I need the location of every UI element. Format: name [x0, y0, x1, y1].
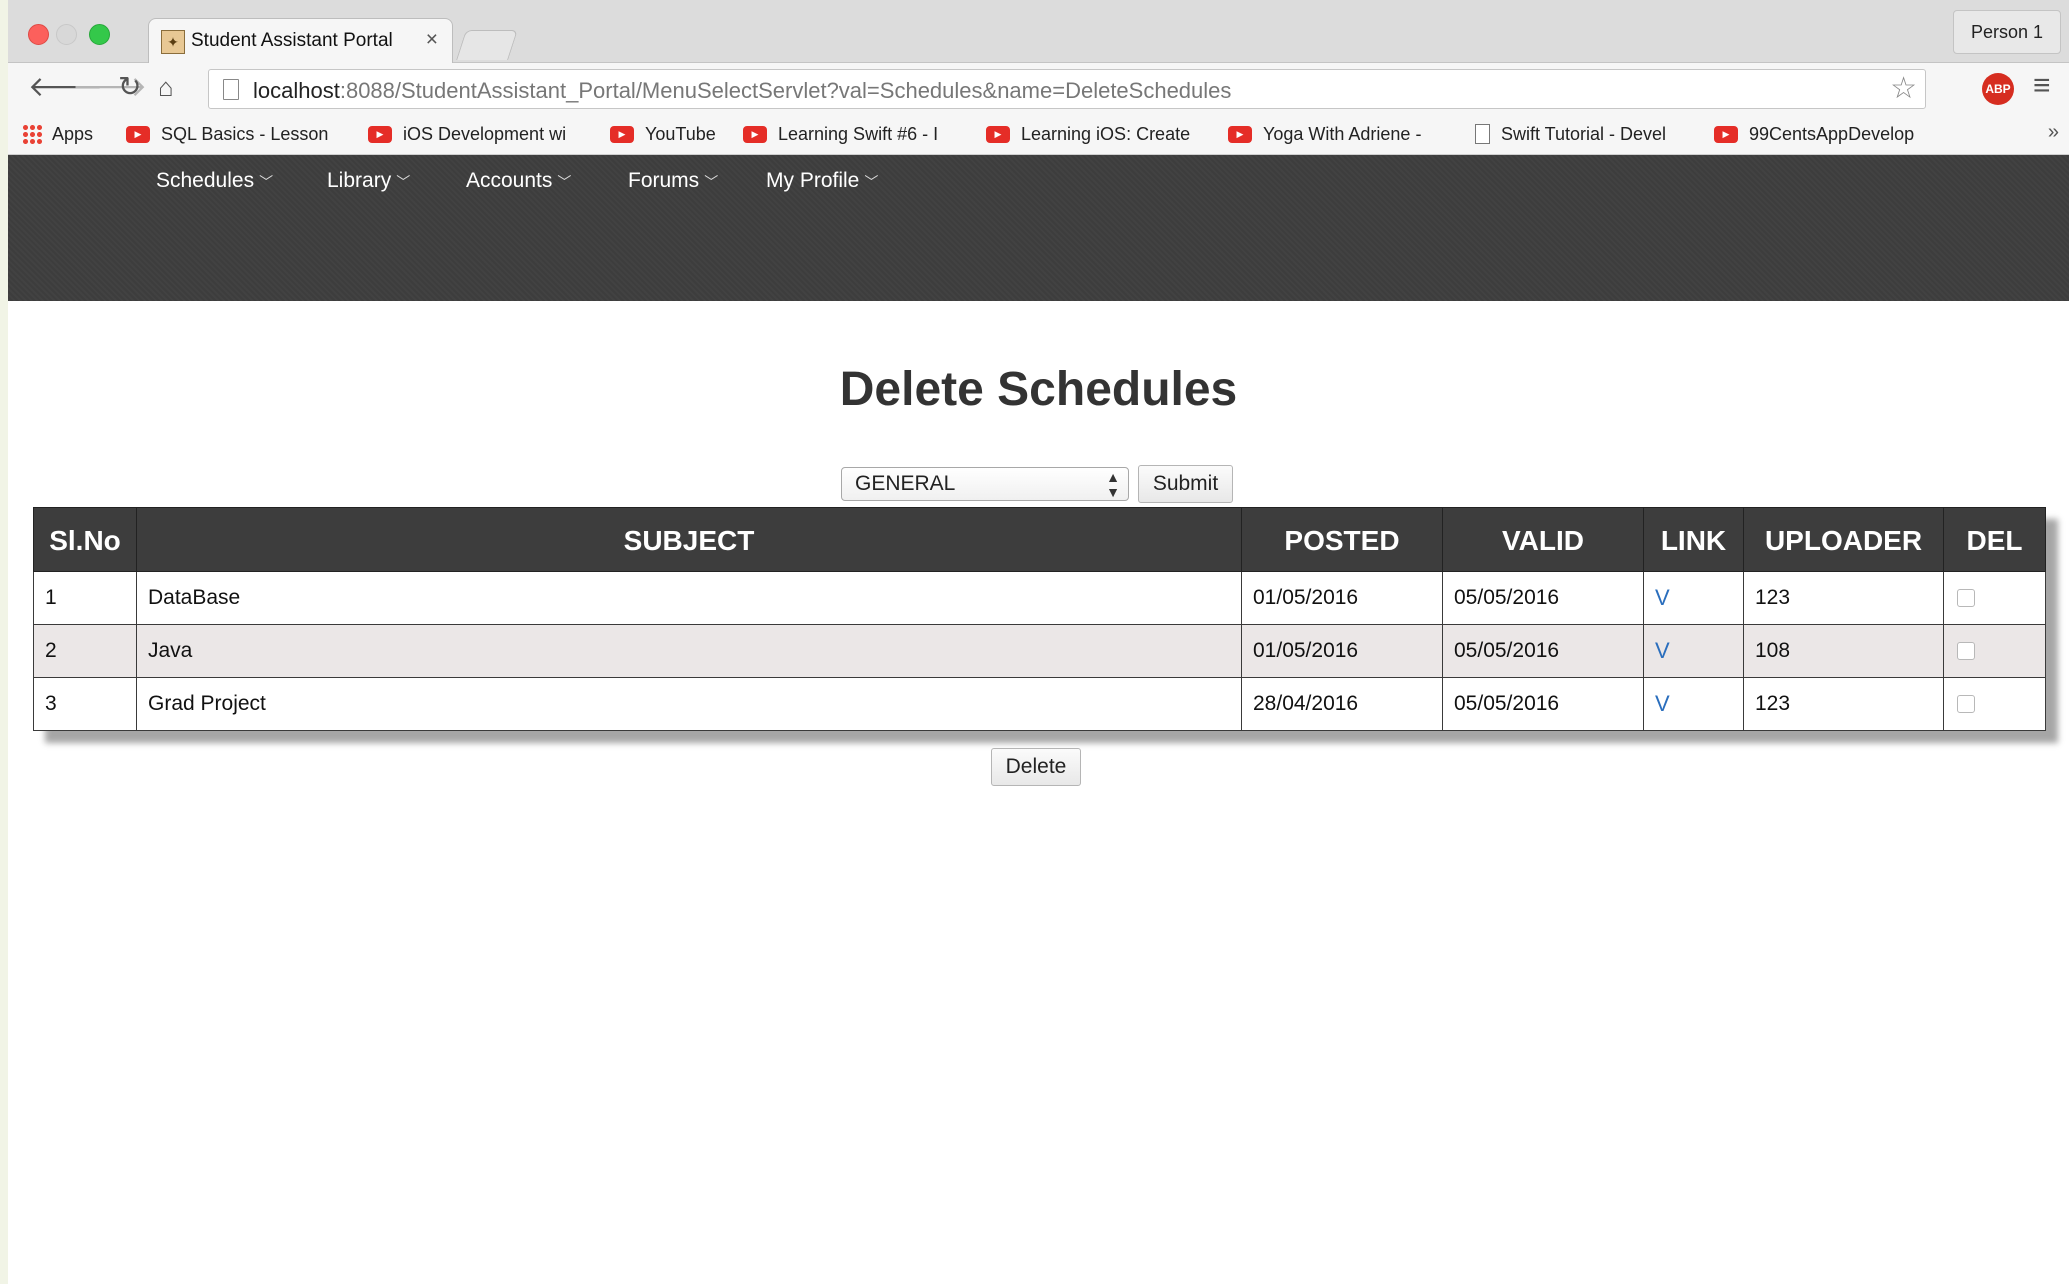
bookmark-sql-basics[interactable]: ▶ SQL Basics - Lesson [126, 121, 346, 147]
cell-slno: 3 [33, 677, 137, 731]
youtube-icon: ▶ [368, 125, 392, 143]
table-row: 3 Grad Project 28/04/2016 05/05/2016 V 1… [33, 677, 2046, 731]
reload-icon[interactable]: ↻ [118, 73, 141, 101]
cell-subject: DataBase [136, 571, 1242, 625]
delete-checkbox[interactable] [1957, 589, 1975, 608]
cell-uploader: 123 [1743, 571, 1944, 625]
delete-checkbox[interactable] [1957, 642, 1975, 661]
submit-button[interactable]: Submit [1138, 465, 1233, 503]
adblock-plus-icon[interactable]: ABP [1982, 73, 2014, 105]
bookmarks-bar: Apps ▶ SQL Basics - Lesson ▶ iOS Develop… [8, 113, 2069, 155]
window-minimize-icon[interactable] [56, 24, 77, 45]
browser-toolbar: 🡐 🡒 ↻ ⌂ localhost:8088/StudentAssistant_… [8, 63, 2069, 113]
bookmark-star-icon[interactable]: ☆ [1890, 74, 1917, 104]
youtube-icon: ▶ [986, 125, 1010, 143]
table-header-row: Sl.No SUBJECT POSTED VALID LINK UPLOADER… [33, 507, 2046, 572]
tomcat-favicon-icon: ✦ [161, 30, 185, 54]
schedules-table: Sl.No SUBJECT POSTED VALID LINK UPLOADER… [33, 507, 2046, 731]
profile-button[interactable]: Person 1 [1953, 10, 2061, 54]
window-maximize-icon[interactable] [89, 24, 110, 45]
page-icon [223, 79, 239, 100]
column-header-del: DEL [1943, 507, 2046, 572]
nav-schedules[interactable]: Schedules ﹀ [156, 169, 273, 193]
table-row: 2 Java 01/05/2016 05/05/2016 V 108 [33, 624, 2046, 678]
site-navigation: Schedules ﹀ Library ﹀ Accounts ﹀ Forums ﹀ My… [8, 155, 2069, 301]
bookmark-swift-tutorial[interactable]: Swift Tutorial - Devel [1475, 121, 1686, 147]
view-link[interactable]: V [1643, 624, 1744, 678]
nav-forums[interactable]: Forums ﹀ [628, 169, 718, 193]
bookmark-learning-ios[interactable]: ▶ Learning iOS: Create [986, 121, 1211, 147]
cell-uploader: 123 [1743, 677, 1944, 731]
schedule-category-select[interactable]: GENERAL ▲ ▼ [841, 467, 1129, 501]
page-title: Delete Schedules [839, 363, 1238, 416]
cell-uploader: 108 [1743, 624, 1944, 678]
chevron-down-icon: ﹀ [396, 174, 411, 190]
nav-accounts[interactable]: Accounts ﹀ [466, 169, 571, 193]
column-header-valid: VALID [1442, 507, 1644, 572]
youtube-icon: ▶ [743, 125, 767, 143]
chevron-down-icon: ﹀ [557, 174, 572, 190]
window-close-icon[interactable] [28, 24, 49, 45]
nav-my-profile[interactable]: My Profile ﹀ [766, 169, 878, 193]
bookmark-99cents[interactable]: ▶ 99CentsAppDevelop [1714, 121, 1934, 147]
home-icon[interactable]: ⌂ [158, 73, 174, 101]
cell-posted: 28/04/2016 [1241, 677, 1443, 731]
new-tab-button[interactable] [456, 30, 518, 60]
select-arrows-icon: ▲ ▼ [1106, 469, 1120, 500]
bookmark-youtube[interactable]: ▶ YouTube [610, 121, 716, 147]
cell-slno: 2 [33, 624, 137, 678]
cell-slno: 1 [33, 571, 137, 625]
nav-library[interactable]: Library ﹀ [327, 169, 410, 193]
delete-button[interactable]: Delete [991, 748, 1081, 786]
youtube-icon: ▶ [1228, 125, 1252, 143]
column-header-uploader: UPLOADER [1743, 507, 1944, 572]
cell-posted: 01/05/2016 [1241, 571, 1443, 625]
cell-valid: 05/05/2016 [1442, 624, 1644, 678]
column-header-link: LINK [1643, 507, 1744, 572]
view-link[interactable]: V [1643, 677, 1744, 731]
browser-tab-active[interactable]: ✦ Student Assistant Portal × [148, 18, 453, 64]
column-header-posted: POSTED [1241, 507, 1443, 572]
browser-window: ✦ Student Assistant Portal × Person 1 🡐 … [8, 0, 2069, 1284]
more-bookmarks-icon[interactable]: » [2048, 121, 2059, 144]
chevron-down-icon: ﹀ [259, 174, 274, 190]
cell-subject: Grad Project [136, 677, 1242, 731]
column-header-slno: Sl.No [33, 507, 137, 572]
youtube-icon: ▶ [1714, 125, 1738, 143]
view-link[interactable]: V [1643, 571, 1744, 625]
youtube-icon: ▶ [610, 125, 634, 143]
url-text[interactable]: localhost:8088/StudentAssistant_Portal/M… [253, 78, 1231, 104]
column-header-subject: SUBJECT [136, 507, 1242, 572]
table-row: 1 DataBase 01/05/2016 05/05/2016 V 123 [33, 571, 2046, 625]
cell-del [1943, 677, 2046, 731]
cell-valid: 05/05/2016 [1442, 571, 1644, 625]
address-bar[interactable]: localhost:8088/StudentAssistant_Portal/M… [208, 69, 1926, 109]
cell-subject: Java [136, 624, 1242, 678]
cell-posted: 01/05/2016 [1241, 624, 1443, 678]
cell-del [1943, 571, 2046, 625]
bookmark-ios-development[interactable]: ▶ iOS Development wi [368, 121, 583, 147]
apps-grid-icon [22, 124, 42, 144]
bookmark-learning-swift[interactable]: ▶ Learning Swift #6 - I [743, 121, 968, 147]
browser-menu-icon[interactable]: ≡ [2033, 69, 2051, 103]
bookmark-apps[interactable]: Apps [22, 121, 93, 147]
delete-checkbox[interactable] [1957, 695, 1975, 714]
cell-valid: 05/05/2016 [1442, 677, 1644, 731]
tab-close-icon[interactable]: × [426, 28, 438, 52]
youtube-icon: ▶ [126, 125, 150, 143]
document-icon [1475, 124, 1490, 144]
chevron-down-icon: ﹀ [864, 174, 879, 190]
bookmark-yoga-with-adriene[interactable]: ▶ Yoga With Adriene - [1228, 121, 1453, 147]
cell-del [1943, 624, 2046, 678]
tab-strip: ✦ Student Assistant Portal × Person 1 [8, 0, 2069, 64]
chevron-down-icon: ﹀ [704, 174, 719, 190]
tab-title: Student Assistant Portal [191, 30, 393, 51]
